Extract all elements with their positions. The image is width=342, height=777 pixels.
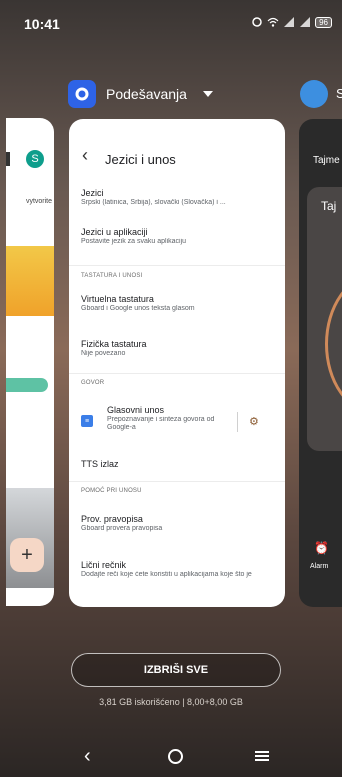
alarm-tab-label: Alarm	[310, 563, 329, 570]
setting-subtitle: Postavite jezik za svaku aplikaciju	[81, 238, 187, 245]
navigation-bar: ‹	[0, 745, 342, 775]
chevron-down-icon[interactable]	[202, 91, 213, 97]
left-card-button	[6, 378, 48, 392]
signal-icon	[284, 17, 295, 27]
app-header[interactable]: Podešavanja	[68, 80, 213, 108]
app-name: Podešavanja	[106, 86, 187, 102]
settings-app-icon	[68, 80, 96, 108]
setting-title: Prov. pravopisa	[81, 514, 143, 524]
add-icon: +	[10, 538, 44, 572]
setting-subtitle: Gboard provera pravopisa	[81, 525, 163, 532]
left-card-text: vytvorite	[25, 198, 52, 205]
setting-title: Jezici	[81, 188, 104, 198]
status-icons: 96	[251, 16, 332, 28]
setting-item-languages[interactable]: Jezici Srpski (latinica, Srbija), slovač…	[81, 188, 277, 206]
setting-item-physical-keyboard[interactable]: Fizička tastatura Nije povezano	[81, 339, 277, 357]
setting-title: Fizička tastatura	[81, 339, 147, 349]
clock-app-name: S	[336, 86, 342, 101]
setting-title: Jezici u aplikaciji	[81, 227, 148, 237]
divider	[237, 412, 238, 432]
alarm-icon: ⏰	[314, 541, 329, 555]
setting-subtitle: Dodajte reči koje ćete koristiti u aplik…	[81, 571, 252, 578]
gboard-icon: ≡	[81, 415, 93, 427]
recent-app-card-settings[interactable]: ‹ Jezici i unos Jezici Srpski (latinica,…	[69, 119, 285, 607]
setting-subtitle: Srpski (latinica, Srbija), slovački (Slo…	[81, 199, 226, 206]
divider	[69, 481, 285, 482]
home-icon[interactable]	[168, 749, 183, 764]
gear-icon	[75, 87, 89, 101]
section-header-keyboard: TASTATURA I UNOSI	[81, 273, 143, 279]
setting-item-tts[interactable]: TTS izlaz	[81, 459, 277, 469]
memory-usage: 3,81 GB iskorišćeno | 8,00+8,00 GB	[99, 697, 243, 707]
divider	[69, 373, 285, 374]
status-time: 10:41	[24, 16, 60, 32]
setting-title: TTS izlaz	[81, 459, 119, 469]
right-card-panel-title: Taj	[321, 199, 337, 213]
divider	[69, 265, 285, 266]
setting-item-spell-check[interactable]: Prov. pravopisa Gboard provera pravopisa	[81, 514, 277, 532]
setting-subtitle: Prepoznavanje i sinteza govora od	[107, 416, 215, 423]
recent-app-card-right[interactable]: Tajme Taj ⏰ Alarm	[299, 119, 342, 607]
left-card-mark	[6, 152, 10, 166]
section-header-input-help: POMOĆ PRI UNOSU	[81, 488, 142, 494]
setting-item-app-languages[interactable]: Jezici u aplikaciji Postavite jezik za s…	[81, 227, 277, 245]
menu-icon[interactable]	[255, 751, 269, 761]
setting-subtitle: Nije povezano	[81, 350, 126, 357]
alarm-icon	[252, 17, 262, 27]
section-header-voice: GOVOR	[81, 380, 105, 386]
status-bar: 10:41 96	[0, 0, 342, 40]
page-title: Jezici i unos	[105, 152, 176, 167]
left-card-banner	[6, 246, 54, 316]
battery-icon: 96	[315, 16, 332, 28]
setting-item-personal-dictionary[interactable]: Lični rečnik Dodajte reči koje ćete kori…	[81, 560, 277, 578]
setting-title: Lični rečnik	[81, 560, 127, 570]
back-arrow-icon[interactable]: ‹	[82, 145, 88, 166]
clear-all-button[interactable]: IZBRIŠI SVE	[71, 653, 281, 687]
wifi-icon	[267, 17, 279, 27]
setting-title: Glasovni unos	[107, 405, 165, 415]
gear-icon[interactable]: ⚙	[249, 415, 259, 428]
setting-subtitle: Gboard i Google unos teksta glasom	[81, 305, 195, 312]
setting-title: Virtuelna tastatura	[81, 294, 154, 304]
clock-app-icon[interactable]	[300, 80, 328, 108]
setting-item-voice-input[interactable]: Glasovni unos Prepoznavanje i sinteza go…	[107, 405, 237, 431]
avatar: S	[26, 150, 44, 168]
setting-item-virtual-keyboard[interactable]: Virtuelna tastatura Gboard i Google unos…	[81, 294, 277, 312]
right-card-title: Tajme	[313, 155, 340, 166]
setting-subtitle: Google-a	[107, 424, 136, 431]
back-icon[interactable]: ‹	[84, 745, 91, 768]
recent-app-card-left[interactable]: S vytvorite +	[6, 118, 54, 606]
signal-icon	[300, 17, 311, 27]
